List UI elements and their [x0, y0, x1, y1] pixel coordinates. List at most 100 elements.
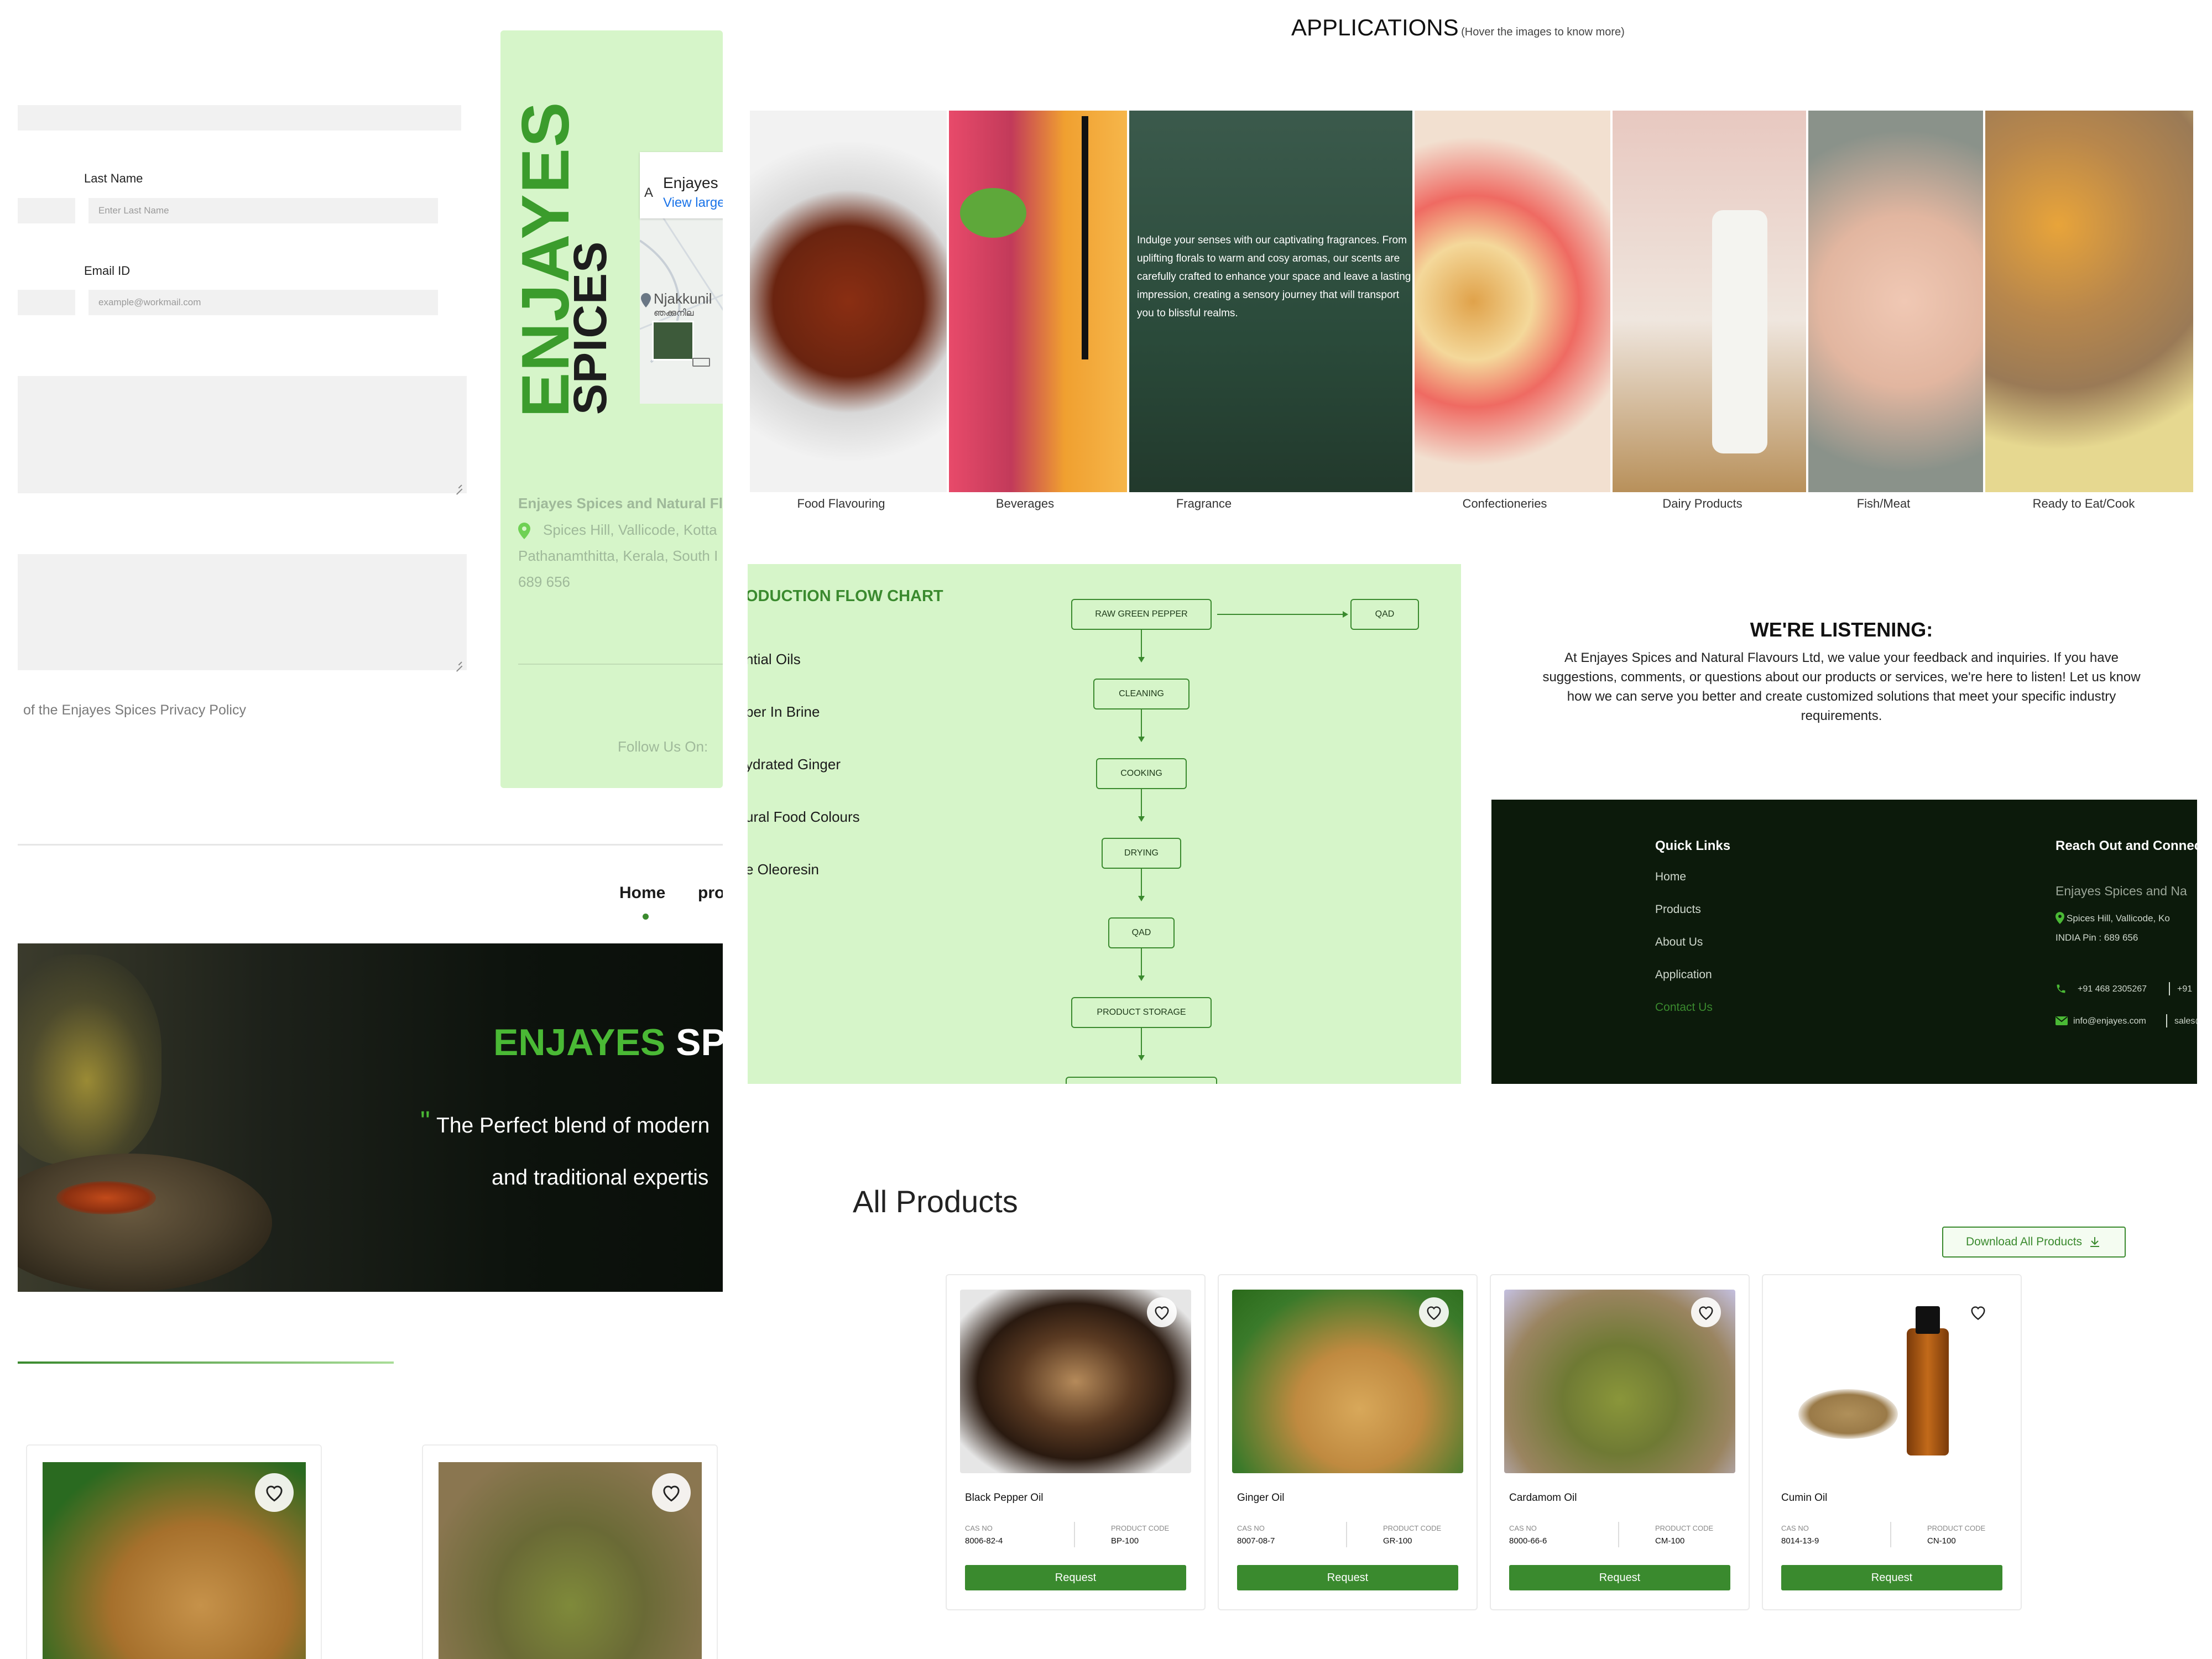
milk-bottle	[1712, 210, 1767, 453]
product-card-cardamom-small[interactable]	[422, 1444, 718, 1659]
flow-chart-panel: ODUCTION FLOW CHART ntial Oils per In Br…	[748, 564, 1461, 1084]
flow-list-item[interactable]: e Oleoresin	[748, 861, 819, 878]
logo-spices: SPICES	[564, 241, 616, 415]
download-all-products-button[interactable]: Download All Products	[1942, 1227, 2126, 1258]
flow-step-raw-green-pepper: RAW GREEN PEPPER	[1071, 599, 1212, 630]
resize-handle-icon[interactable]	[455, 481, 462, 489]
form-field-bar[interactable]	[18, 105, 461, 131]
cas-value: 8007-08-7	[1237, 1536, 1275, 1546]
listening-line-1: At Enjayes Spices and Natural Flavours L…	[1564, 650, 2119, 665]
message-textarea[interactable]	[18, 376, 467, 493]
flow-step-product-storage: PRODUCT STORAGE	[1071, 997, 1212, 1028]
flow-step-next	[1066, 1077, 1217, 1084]
wishlist-heart-icon[interactable]	[255, 1473, 294, 1512]
product-card-cumin[interactable]: Cumin Oil CAS NO 8014-13-9 PRODUCT CODE …	[1762, 1274, 2022, 1610]
map-embed[interactable]: A Enjayes S View large Njakkunil ഞക്കുനി…	[640, 152, 723, 404]
flow-list-item[interactable]: ntial Oils	[748, 651, 801, 668]
footer-address-2: INDIA Pin : 689 656	[2056, 932, 2138, 943]
last-name-input[interactable]: Enter Last Name	[88, 198, 438, 223]
resize-handle-icon[interactable]	[455, 658, 462, 666]
product-card-ginger-small[interactable]	[26, 1444, 322, 1659]
app-image-fish-meat[interactable]	[1808, 111, 1983, 492]
country-code-box[interactable]	[18, 198, 75, 223]
wishlist-heart-icon[interactable]	[1147, 1297, 1177, 1327]
app-image-ready-to-eat[interactable]	[1985, 111, 2193, 492]
email-input[interactable]: example@workmail.com	[88, 290, 438, 315]
nav-products-wrap: pro	[698, 884, 723, 906]
app-image-confectioneries[interactable]	[1415, 111, 1610, 492]
cas-label: CAS NO	[965, 1524, 993, 1532]
listening-line-2: suggestions, comments, or questions abou…	[1542, 670, 2141, 685]
cas-value: 8000-66-6	[1509, 1536, 1547, 1546]
footer-company: Enjayes Spices and Na	[2056, 884, 2187, 898]
wishlist-heart-icon[interactable]	[1419, 1297, 1449, 1327]
hero-brand-green: ENJAYES	[493, 1021, 666, 1063]
comments-textarea[interactable]	[18, 554, 467, 670]
footer-link-home[interactable]: Home	[1655, 870, 1686, 884]
footer-link-application[interactable]: Application	[1655, 968, 1712, 982]
footer-address-1: Spices Hill, Vallicode, Ko	[2067, 913, 2170, 924]
request-button[interactable]: Request	[1237, 1565, 1458, 1590]
flow-step-qad-side: QAD	[1350, 599, 1419, 630]
map-view-larger-link[interactable]: View large	[663, 195, 723, 211]
footer-link-products[interactable]: Products	[1655, 903, 1701, 916]
map-letter-label: A	[644, 185, 654, 200]
flow-step-cooking: COOKING	[1096, 758, 1187, 789]
flow-arrow-icon	[1138, 657, 1145, 662]
map-pin-icon	[641, 293, 651, 307]
wishlist-heart-icon[interactable]	[1691, 1297, 1721, 1327]
flow-connector	[1141, 630, 1142, 659]
request-button[interactable]: Request	[965, 1565, 1186, 1590]
meta-divider	[1346, 1522, 1347, 1547]
product-code-value: GR-100	[1383, 1536, 1412, 1546]
flow-list-item[interactable]: ydrated Ginger	[748, 756, 841, 773]
app-caption-fish-meat: Fish/Meat	[1856, 497, 1911, 510]
all-products-title: All Products	[853, 1184, 1018, 1219]
flow-step-qad: QAD	[1108, 917, 1175, 948]
product-card-ginger[interactable]: Ginger Oil CAS NO 8007-08-7 PRODUCT CODE…	[1218, 1274, 1478, 1610]
flow-list-item[interactable]: per In Brine	[748, 703, 820, 721]
app-image-food-flavouring[interactable]	[750, 111, 947, 492]
footer-email-2[interactable]: sales@	[2174, 1016, 2197, 1026]
keyboard-icon[interactable]	[692, 358, 710, 367]
app-caption-beverages: Beverages	[995, 497, 1055, 510]
product-code-label: PRODUCT CODE	[1927, 1524, 1986, 1532]
hero-brand: ENJAYES SPIC	[493, 1021, 723, 1064]
amber-bottle	[1907, 1328, 1949, 1455]
footer-phone-1[interactable]: +91 468 2305267	[2078, 984, 2147, 994]
nav-home[interactable]: Home	[619, 884, 665, 902]
download-label: Download All Products	[1965, 1235, 2083, 1248]
flow-connector	[1141, 869, 1142, 898]
app-image-beverages[interactable]	[949, 111, 1127, 492]
listening-title: WE'RE LISTENING:	[1750, 618, 1933, 641]
footer-link-about[interactable]: About Us	[1655, 936, 1703, 949]
flow-connector	[1141, 948, 1142, 977]
footer-link-contact[interactable]: Contact Us	[1655, 1001, 1713, 1014]
email-prefix-box[interactable]	[18, 290, 75, 315]
product-card-cardamom[interactable]: Cardamom Oil CAS NO 8000-66-6 PRODUCT CO…	[1490, 1274, 1750, 1610]
request-button[interactable]: Request	[1509, 1565, 1730, 1590]
straw	[1082, 116, 1088, 359]
product-name: Black Pepper Oil	[965, 1492, 1044, 1504]
app-caption-ready-to-eat: Ready to Eat/Cook	[2032, 497, 2135, 510]
meta-divider	[1618, 1522, 1619, 1547]
wishlist-heart-icon[interactable]	[652, 1473, 691, 1512]
hero-quote-mark: "	[420, 1105, 430, 1136]
hero-banner: ENJAYES SPIC " The Perfect blend of mode…	[18, 943, 723, 1292]
wishlist-heart-icon[interactable]	[1963, 1297, 1993, 1327]
product-card-black-pepper[interactable]: Black Pepper Oil CAS NO 8006-82-4 PRODUC…	[946, 1274, 1206, 1610]
oil-jar-image	[18, 954, 161, 1165]
email-label: Email ID	[84, 264, 131, 278]
flow-list-item[interactable]: ural Food Colours	[748, 808, 860, 826]
meta-divider	[1890, 1522, 1891, 1547]
app-image-fragrance[interactable]: Indulge your senses with our captivating…	[1129, 111, 1412, 492]
hero-brand-white: SPIC	[676, 1021, 723, 1063]
flow-step-cleaning: CLEANING	[1093, 679, 1190, 709]
product-code-value: CM-100	[1655, 1536, 1685, 1546]
request-button[interactable]: Request	[1781, 1565, 2002, 1590]
footer-phone-2[interactable]: +91	[2177, 984, 2192, 994]
map-satellite-thumb[interactable]	[652, 321, 694, 361]
footer-email-1[interactable]: info@enjayes.com	[2073, 1016, 2146, 1026]
app-image-dairy-products[interactable]	[1613, 111, 1806, 492]
nav-products[interactable]: pro	[698, 884, 723, 902]
